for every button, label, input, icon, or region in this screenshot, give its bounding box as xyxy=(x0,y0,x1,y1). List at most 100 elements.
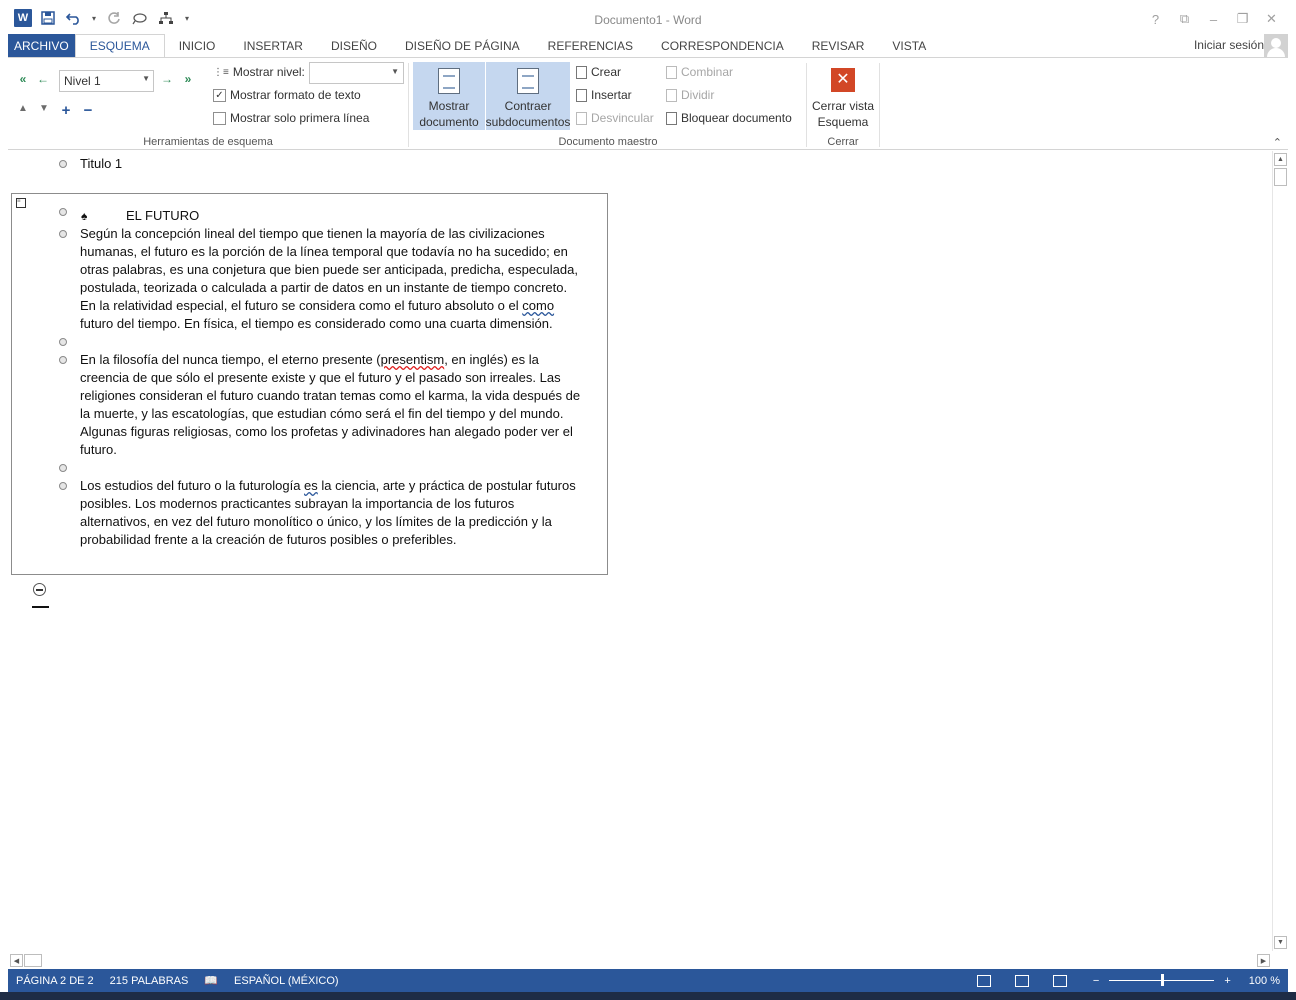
scroll-thumb[interactable] xyxy=(24,954,42,967)
show-text-formatting-checkbox[interactable]: ✓ Mostrar formato de texto xyxy=(213,88,361,102)
subdocument-icon[interactable]: ≡ xyxy=(16,198,26,208)
zoom-in-icon[interactable]: + xyxy=(1224,975,1230,987)
subdocument-title[interactable]: EL FUTURO xyxy=(126,207,199,225)
paragraph-2[interactable]: En la filosofía del nunca tiempo, el ete… xyxy=(80,351,610,459)
tab-revisar[interactable]: REVISAR xyxy=(798,34,879,58)
web-layout-icon[interactable] xyxy=(1052,974,1067,987)
print-layout-icon[interactable] xyxy=(1014,974,1029,987)
show-document-button[interactable]: Mostrar documento xyxy=(413,62,485,130)
page-count[interactable]: PÁGINA 2 DE 2 xyxy=(8,975,102,987)
show-level-select[interactable]: ▼ xyxy=(309,62,404,84)
scroll-up-icon[interactable]: ▲ xyxy=(1274,153,1287,166)
minimize-icon[interactable]: – xyxy=(1199,8,1228,30)
paragraph-2-line: En la filosofía del nunca tiempo, el ete… xyxy=(80,352,381,367)
spelling-flagged-word[interactable]: presentism xyxy=(381,352,445,367)
checkbox-empty-icon xyxy=(213,111,226,125)
close-icon: ✕ xyxy=(831,68,855,92)
create-subdocument-icon xyxy=(576,65,587,79)
outline-bullet[interactable] xyxy=(59,482,67,490)
restore-icon[interactable]: ❐ xyxy=(1228,8,1257,30)
tab-esquema[interactable]: ESQUEMA xyxy=(74,34,165,58)
scroll-down-icon[interactable]: ▼ xyxy=(1274,936,1287,949)
language-indicator[interactable]: ESPAÑOL (MÉXICO) xyxy=(226,975,347,987)
insert-subdocument-icon xyxy=(576,88,587,102)
horizontal-scrollbar[interactable]: ◀ ▶ xyxy=(8,953,1272,968)
create-button[interactable]: Crear xyxy=(576,65,621,79)
tab-correspondencia[interactable]: CORRESPONDENCIA xyxy=(647,34,798,58)
tab-diseno[interactable]: DISEÑO xyxy=(317,34,391,58)
demote-to-body-button[interactable]: » xyxy=(181,72,195,86)
group-separator xyxy=(806,63,807,147)
double-right-arrow-icon: » xyxy=(184,72,192,86)
word-count[interactable]: 215 PALABRAS xyxy=(102,975,197,987)
vertical-scrollbar[interactable]: ▲ ▼ xyxy=(1272,151,1287,951)
proofing-icon[interactable]: 📖 xyxy=(196,974,226,987)
unlink-button[interactable]: Desvincular xyxy=(576,111,654,125)
scroll-thumb[interactable] xyxy=(1274,168,1287,186)
avatar-icon[interactable] xyxy=(1264,34,1288,58)
tab-inicio[interactable]: INICIO xyxy=(165,34,230,58)
status-bar: PÁGINA 2 DE 2 215 PALABRAS 📖 ESPAÑOL (MÉ… xyxy=(8,969,1288,992)
close-window-icon[interactable]: ✕ xyxy=(1257,8,1286,30)
collapse-subdocuments-button[interactable]: Contraer subdocumentos xyxy=(486,62,570,130)
split-button[interactable]: Dividir xyxy=(666,88,714,102)
tab-insertar[interactable]: INSERTAR xyxy=(229,34,317,58)
tab-diseno-de-pagina[interactable]: DISEÑO DE PÁGINA xyxy=(391,34,534,58)
paragraph-1[interactable]: Según la concepción lineal del tiempo qu… xyxy=(80,225,610,333)
promote-button[interactable]: ← xyxy=(36,72,50,86)
zoom-level[interactable]: 100 % xyxy=(1249,975,1280,987)
tab-archivo[interactable]: ARCHIVO xyxy=(8,34,75,58)
close-outline-view-button[interactable]: ✕ Cerrar vista Esquema xyxy=(808,62,878,130)
zoom-slider[interactable] xyxy=(1109,974,1215,986)
scroll-right-icon[interactable]: ▶ xyxy=(1257,954,1270,967)
merge-button[interactable]: Combinar xyxy=(666,65,733,79)
help-icon[interactable]: ? xyxy=(1141,8,1170,30)
tab-vista[interactable]: VISTA xyxy=(878,34,940,58)
split-icon xyxy=(666,88,677,102)
outline-bullet[interactable] xyxy=(59,160,67,168)
insert-label: Insertar xyxy=(591,88,632,102)
grammar-flagged-word[interactable]: como xyxy=(522,298,554,313)
paragraph-1-line-with-squiggle: En la relatividad especial, el futuro se… xyxy=(80,297,610,315)
outline-bullet[interactable] xyxy=(59,208,67,216)
outline-bullet[interactable] xyxy=(59,464,67,472)
outline-bullet[interactable] xyxy=(59,356,67,364)
paragraph-1-line: otras palabras, es una conjetura que bie… xyxy=(80,262,578,277)
chevron-down-icon: ▼ xyxy=(391,67,399,76)
lock-document-label: Bloquear documento xyxy=(681,111,792,125)
zoom-out-icon[interactable]: − xyxy=(1093,975,1099,987)
show-level-text: Mostrar nivel: xyxy=(232,65,305,79)
triangle-up-icon: ▲ xyxy=(18,103,28,114)
paragraph-2-line-tail: , en inglés) es la xyxy=(444,352,539,367)
ribbon-display-options-icon[interactable]: ⧉ xyxy=(1170,8,1199,30)
show-level-label: ⋮≡ Mostrar nivel: xyxy=(213,65,305,79)
demote-button[interactable]: → xyxy=(160,72,174,86)
outline-bullet[interactable] xyxy=(59,338,67,346)
collapse-button[interactable]: − xyxy=(81,102,95,119)
zoom-slider-thumb[interactable] xyxy=(1161,974,1165,986)
move-up-button[interactable]: ▲ xyxy=(16,103,30,114)
move-down-button[interactable]: ▼ xyxy=(37,103,51,114)
outline-bullet[interactable] xyxy=(59,230,67,238)
read-mode-icon[interactable] xyxy=(976,974,991,987)
paragraph-3[interactable]: Los estudios del futuro o la futurología… xyxy=(80,477,610,549)
collapse-ribbon-icon[interactable]: ⌃ xyxy=(1273,136,1282,149)
outline-level-value: Nivel 1 xyxy=(64,74,101,88)
checkbox-checked-icon: ✓ xyxy=(213,88,226,102)
paragraph-1-line: humanas, el futuro es la porción de la l… xyxy=(80,244,568,259)
tab-referencias[interactable]: REFERENCIAS xyxy=(534,34,647,58)
show-first-line-only-checkbox[interactable]: Mostrar solo primera línea xyxy=(213,111,369,125)
scroll-left-icon[interactable]: ◀ xyxy=(10,954,23,967)
merge-icon xyxy=(666,65,677,79)
grammar-flagged-word[interactable]: es xyxy=(304,478,318,493)
expand-button[interactable]: + xyxy=(59,102,73,119)
heading-1-text[interactable]: Titulo 1 xyxy=(80,155,122,173)
left-arrow-icon: ← xyxy=(37,72,49,86)
lock-document-button[interactable]: Bloquear documento xyxy=(666,111,792,125)
promote-to-heading1-button[interactable]: « xyxy=(16,72,30,86)
outline-level-select[interactable]: Nivel 1 ▼ xyxy=(59,70,154,92)
sign-in-link[interactable]: Iniciar sesión xyxy=(1194,38,1264,52)
insert-button[interactable]: Insertar xyxy=(576,88,632,102)
collapse-circle-icon[interactable] xyxy=(33,583,46,596)
show-text-formatting-label: Mostrar formato de texto xyxy=(230,88,361,102)
